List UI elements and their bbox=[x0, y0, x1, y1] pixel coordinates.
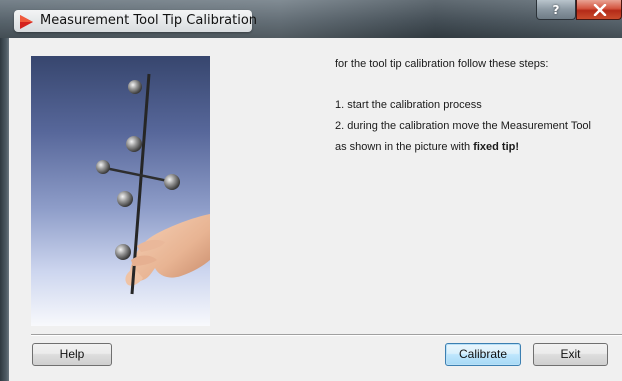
dialog-content: for the tool tip calibration follow thes… bbox=[9, 38, 622, 381]
calibration-photo bbox=[31, 56, 210, 326]
footer-divider bbox=[31, 334, 622, 336]
window-frame-left bbox=[0, 38, 9, 381]
calibration-instructions: for the tool tip calibration follow thes… bbox=[335, 54, 620, 158]
tool-illustration bbox=[96, 73, 210, 295]
calibrate-button[interactable]: Calibrate bbox=[445, 343, 521, 366]
title-bar[interactable]: Measurement Tool Tip Calibration ? bbox=[0, 0, 622, 38]
title-help-button[interactable]: ? bbox=[536, 0, 576, 20]
instruction-step-1: 1. start the calibration process bbox=[335, 99, 482, 111]
red-arrow-icon bbox=[20, 15, 33, 29]
instruction-step-2-text: as shown in the picture with bbox=[335, 141, 474, 153]
close-button[interactable] bbox=[576, 0, 622, 20]
help-button[interactable]: Help bbox=[32, 343, 112, 366]
fixed-tip-emphasis: fixed tip! bbox=[473, 141, 520, 153]
instructions-intro: for the tool tip calibration follow thes… bbox=[335, 58, 549, 70]
instruction-step-2-line-2: as shown in the picture with fixed tip! bbox=[335, 137, 620, 158]
calibration-dialog: Measurement Tool Tip Calibration ? for t… bbox=[0, 0, 622, 381]
window-title: Measurement Tool Tip Calibration bbox=[40, 13, 258, 28]
close-icon bbox=[593, 4, 607, 16]
instruction-step-2-line-1: 2. during the calibration move the Measu… bbox=[335, 120, 591, 132]
exit-button[interactable]: Exit bbox=[533, 343, 608, 366]
help-question-icon: ? bbox=[552, 3, 560, 17]
